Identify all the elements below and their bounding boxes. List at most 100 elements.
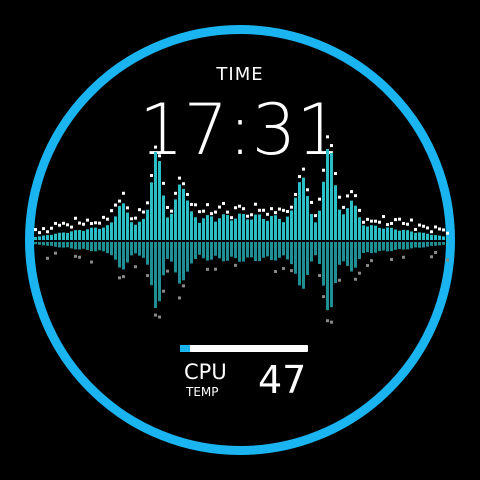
peak-dot <box>122 191 125 195</box>
peak-dot <box>94 221 97 225</box>
spectrum-reflection-bar <box>358 242 361 260</box>
spectrum-bar <box>126 212 129 240</box>
peak-dot <box>374 219 377 223</box>
spectrum-reflection-bar <box>338 242 341 265</box>
spectrum-reflection-bar <box>222 242 225 262</box>
spectrum-reflection-bar <box>390 242 393 252</box>
spectrum-reflection-bar <box>54 242 57 247</box>
peak-dot <box>318 197 321 201</box>
peak-reflection-dot <box>162 289 165 293</box>
peak-reflection-dot <box>318 273 321 277</box>
spectrum-bar <box>346 208 349 240</box>
peak-dot <box>70 225 73 229</box>
peak-dot <box>58 223 61 227</box>
cpu-label: CPU <box>184 360 227 384</box>
peak-dot <box>42 227 45 231</box>
peak-dot <box>330 144 333 148</box>
spectrum-reflection-bar <box>50 242 53 246</box>
peak-reflection-dot <box>214 267 217 271</box>
spectrum-bar <box>418 232 421 240</box>
spectrum-reflection-bar <box>102 242 105 252</box>
peak-reflection-dot <box>74 254 77 258</box>
spectrum-reflection-bar <box>270 242 273 261</box>
peak-dot <box>438 227 441 231</box>
spectrum-bar <box>82 230 85 240</box>
peak-dot <box>298 175 301 179</box>
spectrum-bar <box>194 217 197 240</box>
spectrum-reflection-bar <box>310 242 313 262</box>
peak-reflection-dot <box>154 313 157 317</box>
peak-dot <box>310 200 313 204</box>
spectrum-bar <box>318 210 321 240</box>
spectrum-reflection-bar <box>234 242 237 259</box>
spectrum-reflection-bar <box>106 242 109 254</box>
peak-dot <box>186 192 189 196</box>
spectrum-bar <box>242 213 245 240</box>
spectrum-bar <box>446 237 449 240</box>
peak-dot <box>82 222 85 226</box>
spectrum-bar <box>234 218 237 240</box>
spectrum-bar <box>90 227 93 240</box>
spectrum-bar <box>118 205 121 240</box>
spectrum-reflection-bar <box>366 242 369 253</box>
spectrum-reflection-bar <box>274 242 277 261</box>
spectrum-bar <box>238 213 241 240</box>
spectrum-bar <box>186 200 189 240</box>
spectrum-reflection-bar <box>406 242 409 250</box>
spectrum-reflection-bar <box>350 242 353 272</box>
peak-dot <box>346 194 349 198</box>
watch-face: TIME 17:31 CPU TEMP 47 <box>0 0 480 480</box>
peak-reflection-dot <box>178 296 181 300</box>
spectrum-bar <box>182 188 185 240</box>
peak-dot <box>434 225 437 229</box>
peak-dot <box>370 219 373 223</box>
spectrum-bar <box>166 217 169 240</box>
spectrum-bar <box>434 235 437 240</box>
spectrum-reflection-bar <box>426 242 429 247</box>
spectrum-bar <box>394 229 397 240</box>
spectrum-reflection-bar <box>146 242 149 265</box>
spectrum-reflection-bar <box>110 242 113 256</box>
peak-dot <box>350 190 353 194</box>
peak-dot <box>66 223 69 227</box>
peak-dot <box>262 208 265 212</box>
spectrum-bar <box>442 236 445 240</box>
peak-dot <box>250 213 253 217</box>
spectrum-reflection-bar <box>402 242 405 250</box>
spectrum-reflection-bar <box>170 242 173 262</box>
peak-dot <box>134 216 137 220</box>
spectrum-bar <box>290 210 293 240</box>
peak-dot <box>38 231 41 235</box>
spectrum-bar <box>74 230 77 240</box>
spectrum-bar <box>422 232 425 240</box>
spectrum-reflection-bar <box>386 242 389 252</box>
spectrum-reflection-bar <box>374 242 377 253</box>
spectrum-bar <box>282 222 285 240</box>
peak-reflection-dot <box>206 267 209 271</box>
peak-reflection-dot <box>430 255 433 259</box>
peak-dot <box>194 203 197 207</box>
spectrum-reflection-bar <box>210 242 213 260</box>
spectrum-bar <box>42 235 45 240</box>
spectrum-bar <box>158 161 161 240</box>
cpu-progress-track <box>180 345 308 352</box>
peak-dot <box>446 231 449 235</box>
peak-dot <box>110 209 113 213</box>
spectrum-bar <box>150 182 153 240</box>
spectrum-reflection-bar <box>354 242 357 268</box>
spectrum-reflection-bar <box>398 242 401 249</box>
peak-dot <box>274 211 277 215</box>
spectrum-bar <box>414 232 417 240</box>
peak-dot <box>150 173 153 177</box>
peak-dot <box>206 203 209 207</box>
peak-dot <box>338 195 341 199</box>
spectrum-reflection-bar <box>130 242 133 256</box>
peak-dot <box>362 220 365 224</box>
spectrum-reflection-bar <box>326 242 329 311</box>
spectrum-bar <box>322 181 325 240</box>
peak-dot <box>54 221 57 225</box>
spectrum-bar <box>138 221 141 240</box>
spectrum-bar <box>310 213 313 240</box>
spectrum-bar <box>190 211 193 240</box>
peak-reflection-dot <box>46 256 49 260</box>
